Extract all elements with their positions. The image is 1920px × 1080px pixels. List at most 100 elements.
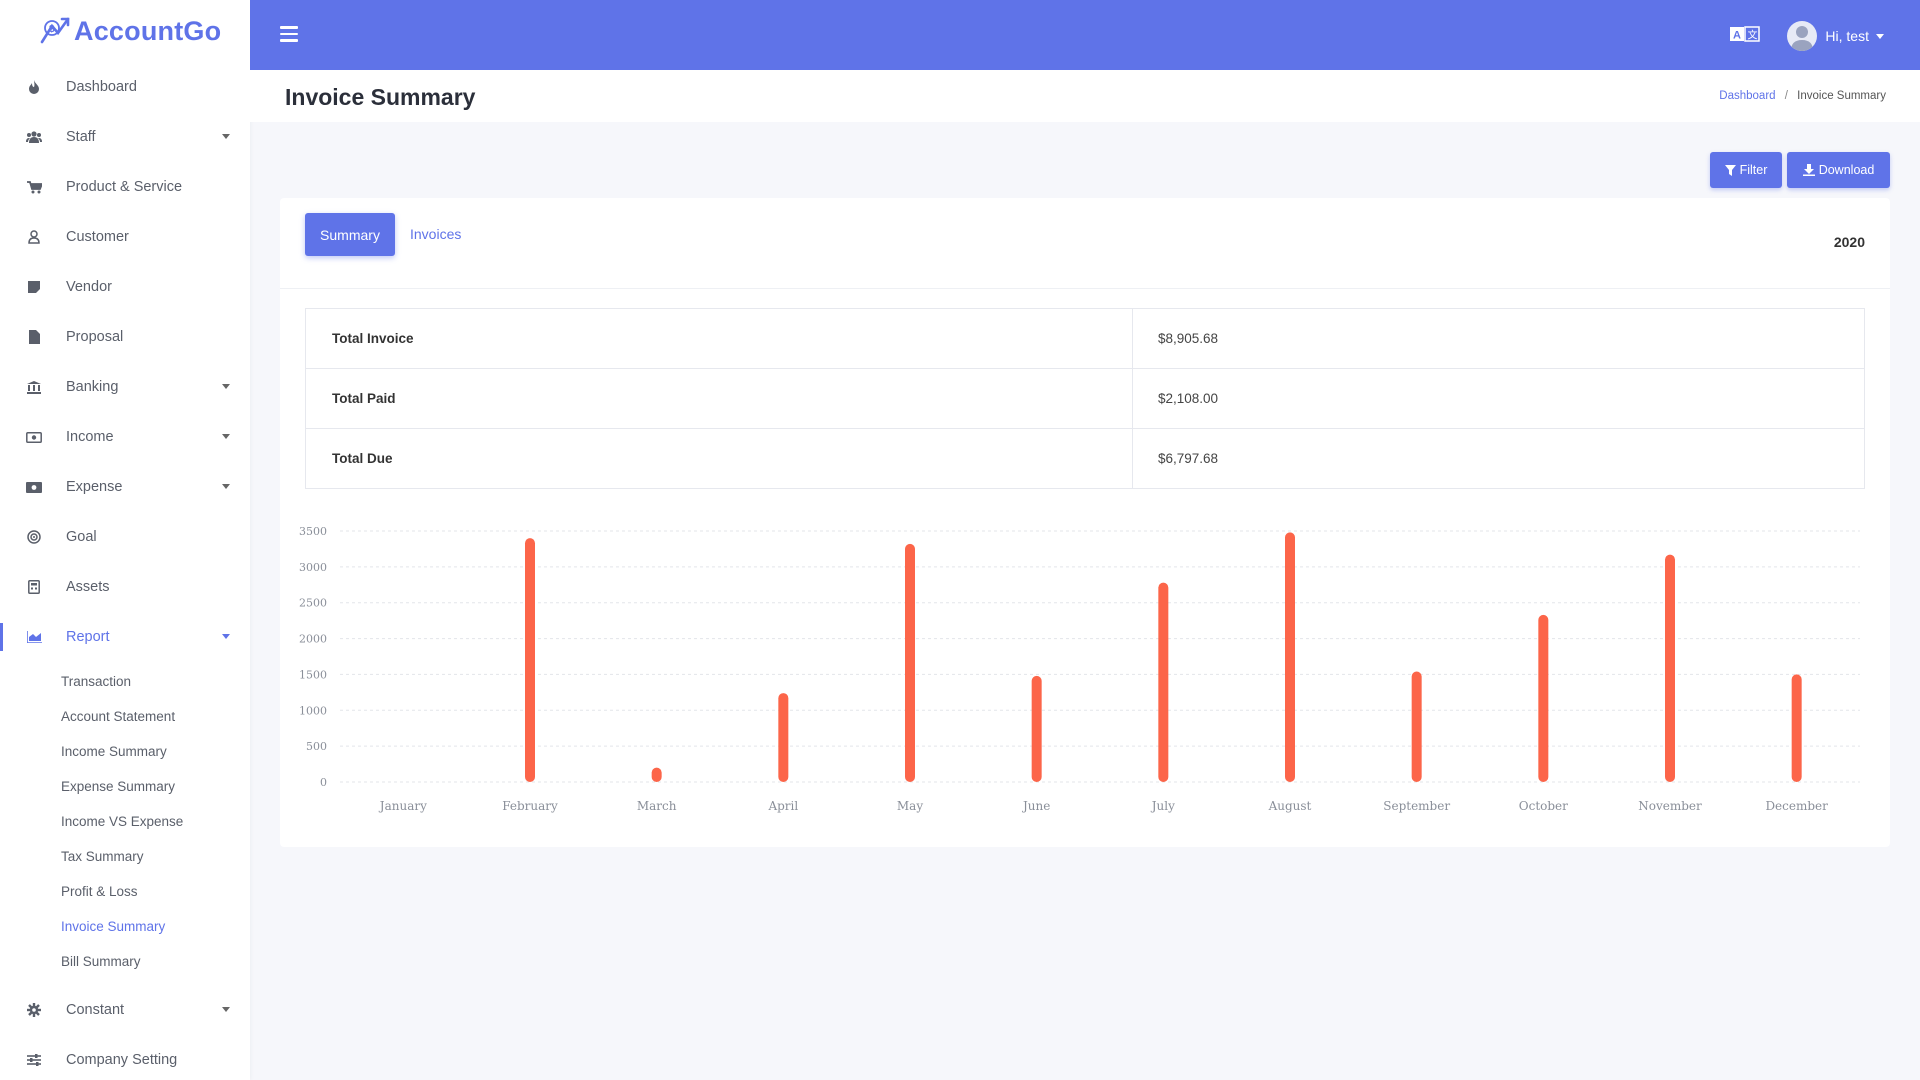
sidebar: $ AccountGo Dashboard Staff Product & Se… [0,0,250,1080]
sidebar-item-expense[interactable]: Expense [0,462,250,512]
x-tick-label: April [767,799,798,813]
gear-icon [26,1002,42,1018]
chevron-down-icon [222,434,230,439]
x-tick-label: September [1383,799,1450,813]
tab-invoices[interactable]: Invoices [410,226,461,242]
sidebar-item-label: Report [66,629,110,645]
chevron-down-icon [222,634,230,639]
sidebar-item-label: Company Setting [66,1052,177,1068]
target-icon [26,529,42,545]
area-chart-icon [26,629,42,645]
submenu-item-profit-loss[interactable]: Profit & Loss [0,874,250,909]
chart-bar [1158,583,1168,782]
summary-table: Total Invoice $8,905.68 Total Paid $2,10… [305,308,1865,489]
report-submenu: Transaction Account Statement Income Sum… [0,662,250,985]
filter-button[interactable]: Filter [1710,152,1782,188]
user-greeting: Hi, test [1825,28,1869,44]
sidebar-item-assets[interactable]: Assets [0,562,250,612]
submenu-item-income-summary[interactable]: Income Summary [0,734,250,769]
translate-icon[interactable]: A 文 [1730,26,1760,42]
x-tick-label: January [378,799,427,813]
sidebar-item-income[interactable]: Income [0,412,250,462]
submenu-item-account-statement[interactable]: Account Statement [0,699,250,734]
chart-bar [1665,555,1675,782]
table-row: Total Paid $2,108.00 [306,369,1865,429]
logo-icon: $ [38,16,72,46]
brand-logo[interactable]: $ AccountGo [0,0,250,62]
note-icon [26,279,42,295]
download-icon [1803,164,1815,176]
fire-icon [26,79,42,95]
sidebar-item-label: Expense [66,479,122,495]
sidebar-item-label: Vendor [66,279,112,295]
chevron-down-icon [1876,34,1884,39]
download-button[interactable]: Download [1787,152,1890,188]
money-bill-icon [26,479,42,495]
y-tick-label: 0 [320,776,327,789]
sidebar-item-staff[interactable]: Staff [0,112,250,162]
sidebar-item-proposal[interactable]: Proposal [0,312,250,362]
x-tick-label: March [637,799,677,813]
y-tick-label: 1000 [299,704,327,717]
sidebar-item-vendor[interactable]: Vendor [0,262,250,312]
user-menu[interactable]: Hi, test [1787,21,1884,51]
tab-summary[interactable]: Summary [305,213,395,256]
sidebar-item-banking[interactable]: Banking [0,362,250,412]
invoice-summary-card: Summary Invoices 2020 Total Invoice $8,9… [280,198,1890,847]
calculator-icon [26,579,42,595]
top-navbar: A 文 Hi, test [250,0,1920,70]
chart-bar [1412,672,1422,782]
y-tick-label: 1500 [299,668,327,681]
hamburger-icon[interactable] [280,26,298,42]
chart-bar [525,538,535,782]
sidebar-item-customer[interactable]: Customer [0,212,250,262]
sliders-icon [26,1052,42,1068]
money-icon [26,429,42,445]
submenu-item-tax-summary[interactable]: Tax Summary [0,839,250,874]
filter-button-label: Filter [1740,163,1768,177]
submenu-item-invoice-summary[interactable]: Invoice Summary [0,909,250,944]
submenu-item-transaction[interactable]: Transaction [0,664,250,699]
sidebar-item-label: Dashboard [66,79,137,95]
bank-icon [26,379,42,395]
x-tick-label: June [1021,799,1050,813]
y-tick-label: 3000 [299,561,327,574]
sidebar-item-constant[interactable]: Constant [0,985,250,1035]
sidebar-item-goal[interactable]: Goal [0,512,250,562]
breadcrumb-home-link[interactable]: Dashboard [1719,90,1775,102]
summary-label-total-invoice: Total Invoice [306,309,1133,369]
year-label: 2020 [1834,234,1865,250]
sidebar-item-dashboard[interactable]: Dashboard [0,62,250,112]
submenu-item-income-vs-expense[interactable]: Income VS Expense [0,804,250,839]
sidebar-item-label: Proposal [66,329,123,345]
summary-label-total-due: Total Due [306,429,1133,489]
sidebar-item-label: Assets [66,579,110,595]
svg-text:$: $ [49,24,55,35]
sidebar-item-company-setting[interactable]: Company Setting [0,1035,250,1080]
avatar [1787,21,1817,51]
invoice-bar-chart: 0500100015002000250030003500JanuaryFebru… [280,508,1890,838]
summary-label-total-paid: Total Paid [306,369,1133,429]
users-icon [26,129,42,145]
sidebar-item-label: Goal [66,529,97,545]
sidebar-item-label: Staff [66,129,96,145]
x-tick-label: May [897,799,923,813]
sidebar-item-label: Product & Service [66,179,182,195]
chevron-down-icon [222,134,230,139]
x-tick-label: July [1150,799,1175,813]
sidebar-item-report[interactable]: Report [0,612,250,662]
sidebar-item-label: Constant [66,1002,124,1018]
submenu-item-expense-summary[interactable]: Expense Summary [0,769,250,804]
chart-bar [1538,615,1548,782]
x-tick-label: February [502,799,558,813]
chart-bar [1285,532,1295,782]
svg-text:A: A [1733,30,1741,42]
chart-bar [1032,676,1042,782]
svg-text:文: 文 [1748,29,1758,42]
download-button-label: Download [1819,163,1875,177]
chart-bar [652,768,662,782]
sidebar-item-product-service[interactable]: Product & Service [0,162,250,212]
sidebar-nav-bottom: Constant Company Setting [0,985,250,1080]
submenu-item-bill-summary[interactable]: Bill Summary [0,944,250,979]
page-header: Invoice Summary Dashboard / Invoice Summ… [250,70,1920,122]
